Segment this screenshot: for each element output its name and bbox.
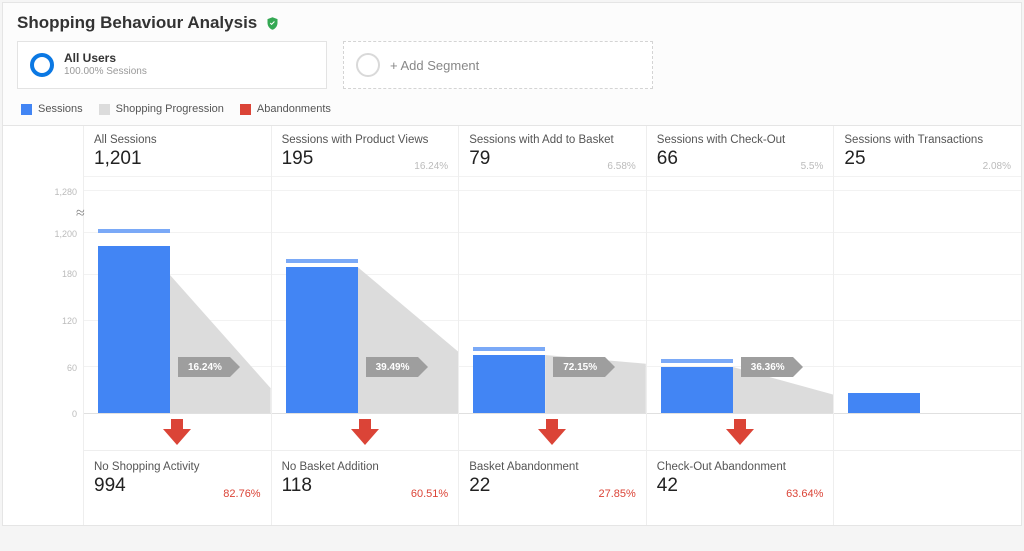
bar-cap	[98, 229, 170, 233]
stage-header: Sessions with Check-Out 66 5.5%	[647, 126, 834, 176]
legend: Sessions Shopping Progression Abandonmen…	[3, 99, 1021, 125]
stage-add-to-basket[interactable]: Sessions with Add to Basket 79 6.58% 72.…	[458, 126, 646, 525]
stage-footer: No Shopping Activity 994 82.76%	[84, 450, 271, 510]
segment-ring-icon	[30, 53, 54, 77]
abandonment-pct: 82.76%	[223, 488, 260, 500]
abandonment-label: Check-Out Abandonment	[657, 461, 824, 473]
stage-plot: ≈ 16.24%	[84, 176, 271, 414]
segment-subtitle: 100.00% Sessions	[64, 66, 147, 78]
stage-header: Sessions with Transactions 25 2.08%	[834, 126, 1021, 176]
stage-checkout[interactable]: Sessions with Check-Out 66 5.5% 36.36%	[646, 126, 834, 525]
stage-label: Sessions with Check-Out	[657, 134, 824, 146]
stage-product-views[interactable]: Sessions with Product Views 195 16.24% 3…	[271, 126, 459, 525]
axis-tick: 60	[67, 363, 77, 373]
abandonment-arrow-icon	[161, 419, 193, 445]
stage-plot: 72.15%	[459, 176, 646, 414]
progression-arrow: 36.36%	[741, 357, 793, 377]
stage-header: Sessions with Product Views 195 16.24%	[272, 126, 459, 176]
page-title: Shopping Behaviour Analysis	[17, 13, 257, 33]
verified-shield-icon	[265, 16, 280, 31]
sessions-bar	[98, 246, 170, 413]
stage-label: All Sessions	[94, 134, 261, 146]
progression-arrow: 39.49%	[366, 357, 418, 377]
abandonment-arrow-icon	[724, 419, 756, 445]
axis-tick: 180	[62, 269, 77, 279]
abandonment-pct: 27.85%	[598, 488, 635, 500]
stage-header: All Sessions 1,201	[84, 126, 271, 176]
progression-pct: 16.24%	[188, 362, 222, 373]
bar-cap	[661, 359, 733, 363]
stage-label: Sessions with Product Views	[282, 134, 449, 146]
axis-tick: 1,280	[54, 187, 77, 197]
abandonment-pct: 60.51%	[411, 488, 448, 500]
legend-label-sessions: Sessions	[38, 103, 83, 115]
abandonment-arrow-row	[84, 414, 271, 450]
stage-value: 66	[657, 148, 824, 170]
stage-footer: No Basket Addition 118 60.51%	[272, 450, 459, 510]
stage-header: Sessions with Add to Basket 79 6.58%	[459, 126, 646, 176]
abandonment-label: No Shopping Activity	[94, 461, 261, 473]
legend-swatch-abandonments	[240, 104, 251, 115]
add-segment-label: + Add Segment	[390, 58, 479, 73]
add-segment-circle-icon	[356, 53, 380, 77]
add-segment-button[interactable]: + Add Segment	[343, 41, 653, 89]
stage-pct-of-total: 5.5%	[801, 161, 824, 172]
legend-swatch-progression	[99, 104, 110, 115]
axis-tick: 1,200	[54, 229, 77, 239]
stage-pct-of-total: 6.58%	[607, 161, 635, 172]
segment-title: All Users	[64, 52, 147, 66]
progression-ramp	[170, 275, 271, 413]
stage-plot: 39.49%	[272, 176, 459, 414]
stage-footer	[834, 450, 1021, 510]
stage-footer: Check-Out Abandonment 42 63.64%	[647, 450, 834, 510]
legend-label-progression: Shopping Progression	[116, 103, 224, 115]
abandonment-arrow-row	[272, 414, 459, 450]
progression-arrow: 16.24%	[178, 357, 230, 377]
progression-arrow: 72.15%	[553, 357, 605, 377]
abandonment-label: Basket Abandonment	[469, 461, 636, 473]
bar-cap	[473, 347, 545, 351]
stage-footer: Basket Abandonment 22 27.85%	[459, 450, 646, 510]
axis-tick: 120	[62, 316, 77, 326]
axis-tick: 0	[72, 409, 77, 419]
stage-all-sessions[interactable]: All Sessions 1,201 ≈ 16.24%	[83, 126, 271, 525]
segment-text: All Users 100.00% Sessions	[64, 52, 147, 77]
stage-transactions[interactable]: Sessions with Transactions 25 2.08%	[833, 126, 1021, 525]
sessions-bar	[848, 393, 920, 413]
sessions-bar	[286, 267, 358, 413]
stage-pct-of-total: 16.24%	[414, 161, 448, 172]
progression-pct: 36.36%	[751, 362, 785, 373]
stage-label: Sessions with Add to Basket	[469, 134, 636, 146]
abandonment-arrow-row	[647, 414, 834, 450]
y-axis: 1,280 1,200 180 120 60 0	[3, 126, 83, 525]
bar-cap	[286, 259, 358, 263]
stage-plot: 36.36%	[647, 176, 834, 414]
sessions-bar	[473, 355, 545, 413]
report-header: Shopping Behaviour Analysis	[3, 3, 1021, 41]
funnel-chart: 1,280 1,200 180 120 60 0 All Sessions 1,…	[3, 125, 1021, 525]
stage-value: 1,201	[94, 148, 261, 170]
progression-pct: 72.15%	[563, 362, 597, 373]
axis-break-icon: ≈	[76, 205, 85, 223]
abandonment-arrow-row	[834, 414, 1021, 450]
report-panel: Shopping Behaviour Analysis All Users 10…	[2, 2, 1022, 526]
progression-pct: 39.49%	[376, 362, 410, 373]
abandonment-arrow-icon	[536, 419, 568, 445]
sessions-bar	[661, 367, 733, 413]
abandonment-pct: 63.64%	[786, 488, 823, 500]
segment-all-users[interactable]: All Users 100.00% Sessions	[17, 41, 327, 89]
abandonment-arrow-icon	[349, 419, 381, 445]
legend-swatch-sessions	[21, 104, 32, 115]
stage-plot	[834, 176, 1021, 414]
abandonment-arrow-row	[459, 414, 646, 450]
stage-pct-of-total: 2.08%	[983, 161, 1011, 172]
segments-row: All Users 100.00% Sessions + Add Segment	[3, 41, 1021, 99]
abandonment-label: No Basket Addition	[282, 461, 449, 473]
legend-label-abandonments: Abandonments	[257, 103, 331, 115]
progression-ramp	[358, 267, 459, 413]
stage-label: Sessions with Transactions	[844, 134, 1011, 146]
